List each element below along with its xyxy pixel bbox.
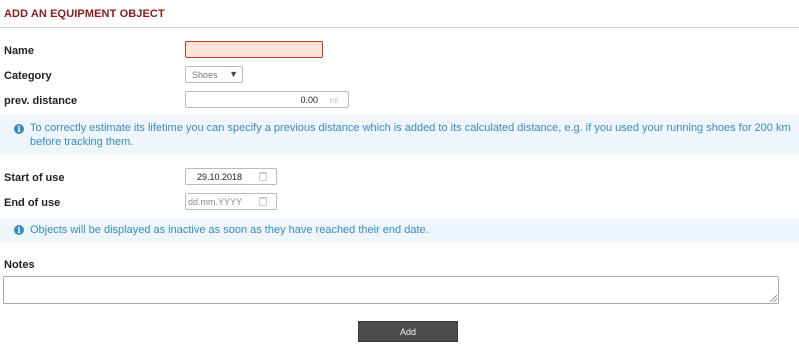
- form-header: ADD AN EQUIPMENT OBJECT: [0, 0, 799, 28]
- page-title: ADD AN EQUIPMENT OBJECT: [4, 8, 165, 20]
- info-icon: i: [14, 124, 24, 134]
- distance-info-box: i To correctly estimate its lifetime you…: [0, 115, 799, 154]
- start-of-use-value: 29.10.2018: [197, 172, 243, 182]
- notes-textarea[interactable]: [3, 276, 779, 304]
- end-of-use-placeholder: dd.mm.YYYY: [188, 197, 243, 207]
- category-label: Category: [4, 70, 52, 82]
- start-of-use-input[interactable]: 29.10.2018: [185, 168, 277, 185]
- end-of-use-input[interactable]: dd.mm.YYYY: [185, 193, 277, 210]
- distance-unit: mi: [329, 96, 338, 105]
- inactive-info-text: Objects will be displayed as inactive as…: [30, 224, 429, 236]
- category-select[interactable]: Shoes ▼: [185, 66, 243, 83]
- calendar-icon[interactable]: [259, 197, 267, 206]
- add-button[interactable]: Add: [358, 321, 458, 342]
- info-icon: i: [14, 225, 24, 235]
- calendar-icon[interactable]: [259, 172, 267, 181]
- distance-info-text: To correctly estimate its lifetime you c…: [30, 122, 791, 148]
- inactive-info-box: i Objects will be displayed as inactive …: [0, 219, 799, 242]
- resize-handle-icon[interactable]: [770, 295, 777, 302]
- prev-distance-value: 0.00: [300, 95, 318, 105]
- name-input[interactable]: [185, 41, 323, 58]
- name-label: Name: [4, 45, 34, 57]
- start-of-use-label: Start of use: [4, 172, 65, 184]
- category-select-value: Shoes: [192, 70, 218, 80]
- end-of-use-label: End of use: [4, 197, 61, 209]
- chevron-down-icon: ▼: [229, 69, 238, 79]
- prev-distance-input[interactable]: 0.00 mi: [185, 91, 349, 108]
- notes-label: Notes: [4, 259, 35, 271]
- prev-distance-label: prev. distance: [4, 95, 78, 107]
